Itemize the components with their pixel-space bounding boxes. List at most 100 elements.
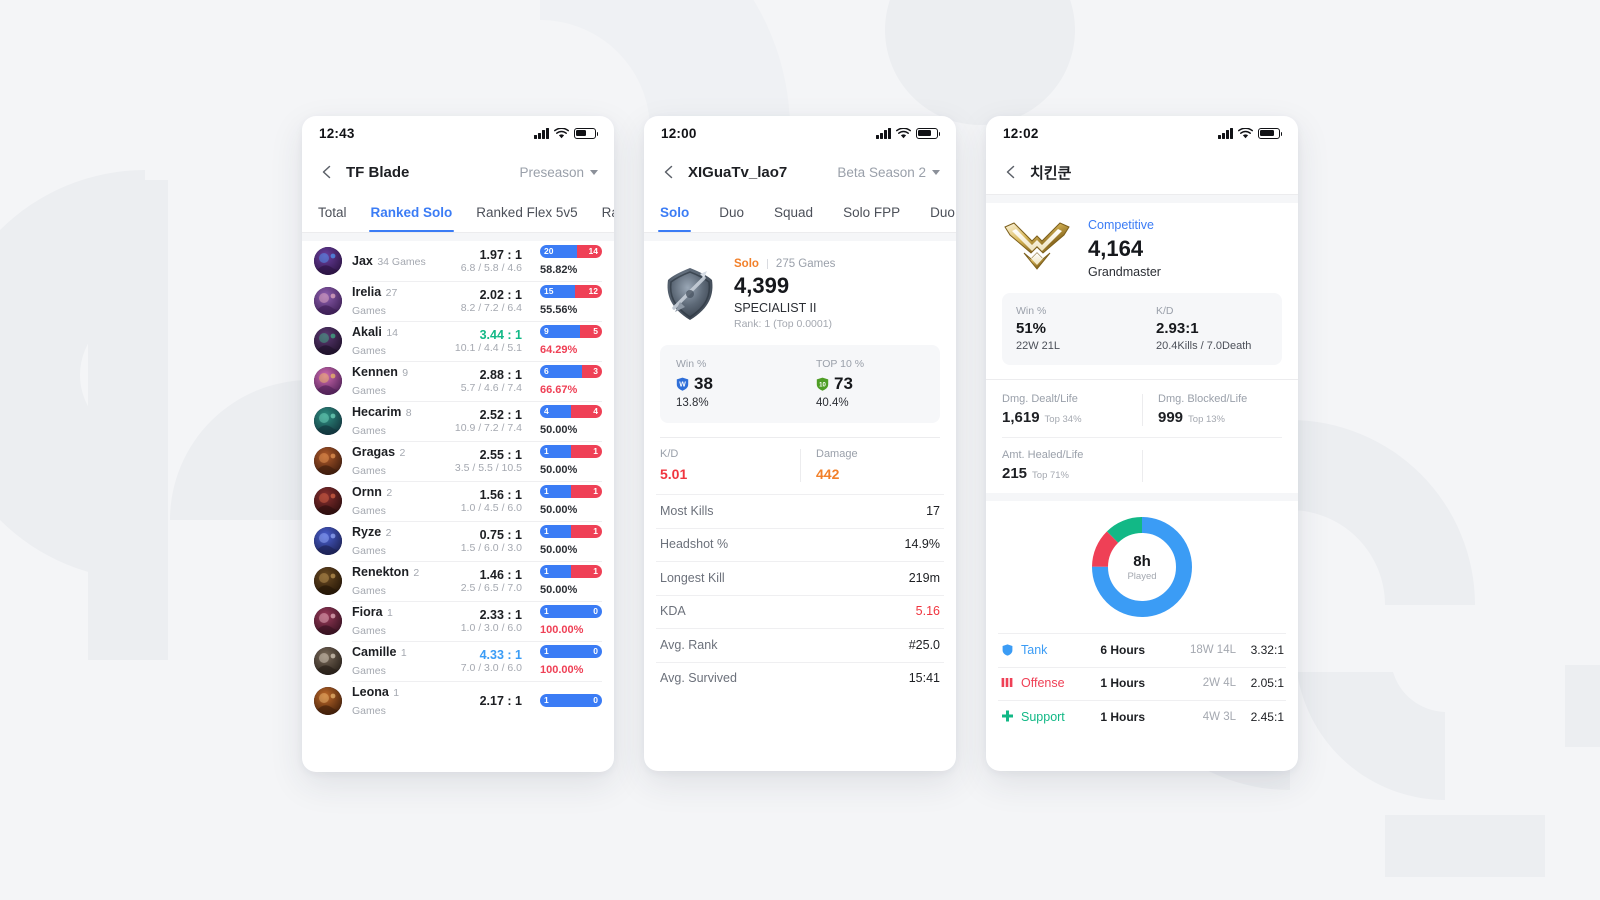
table-row[interactable]: Gragas 2 Games 2.55 : 1 3.5 / 5.5 / 10.5… xyxy=(302,441,614,481)
rank-score: 4,164 xyxy=(1088,236,1144,261)
champion-name: Kennen xyxy=(352,365,398,379)
dmg-value: 215 xyxy=(1002,465,1028,482)
list-item[interactable]: Avg. Rank #25.0 xyxy=(644,628,956,662)
table-row[interactable]: Fiora 1 Games 2.33 : 1 1.0 / 3.0 / 6.0 1… xyxy=(302,601,614,641)
table-row[interactable]: Camille 1 Games 4.33 : 1 7.0 / 3.0 / 6.0… xyxy=(302,641,614,681)
tab-total[interactable]: Total xyxy=(318,194,347,232)
champion-name-col: Akali 14 Games xyxy=(352,323,426,359)
champion-avatar xyxy=(314,407,342,435)
champion-name-col: Jax 34 Games xyxy=(352,252,426,270)
back-chevron-icon[interactable] xyxy=(1002,163,1020,181)
champion-name-col: Fiora 1 Games xyxy=(352,603,426,639)
kd-cell: K/D 5.01 xyxy=(644,447,800,484)
champion-winrate-col: 1 1 50.00% xyxy=(540,484,602,518)
dmg-label: Amt. Healed/Life xyxy=(1002,449,1084,461)
stat-label: Longest Kill xyxy=(660,570,725,585)
stat-label: Headshot % xyxy=(660,537,729,552)
champion-avatar xyxy=(314,647,342,675)
stat-value: 73 xyxy=(834,374,853,393)
losses-segment: 1 xyxy=(571,484,602,498)
wins-segment: 1 xyxy=(540,693,594,707)
stat-top10-pct: TOP 10 % 10 73 40.4% xyxy=(800,357,940,411)
champion-winrate-col: 9 5 64.29% xyxy=(540,324,602,358)
losses-segment: 12 xyxy=(574,284,602,298)
tab-duo[interactable]: Duo xyxy=(719,194,744,232)
champion-kda: 10.9 / 7.2 / 7.4 xyxy=(454,421,522,434)
tab-ranked-more[interactable]: Ranke xyxy=(602,194,614,232)
rank-tier: Grandmaster xyxy=(1088,265,1161,279)
list-item[interactable]: Headshot % 14.9% xyxy=(644,527,956,562)
champion-winrate-col: 1 1 50.00% xyxy=(540,444,602,478)
role-hours: 1 Hours xyxy=(1100,676,1145,691)
list-item[interactable]: Most Kills 17 xyxy=(644,494,956,528)
champion-kd: 3.44 : 1 xyxy=(479,327,522,342)
table-row[interactable]: Ornn 2 Games 1.56 : 1 1.0 / 4.5 / 6.0 1 … xyxy=(302,481,614,521)
win-loss-bar: 20 14 xyxy=(540,244,602,258)
champion-kd-col: 3.44 : 1 10.1 / 4.4 / 5.1 xyxy=(436,328,530,355)
stat-value: #25.0 xyxy=(908,637,940,652)
champion-kd-col: 1.56 : 1 1.0 / 4.5 / 6.0 xyxy=(436,488,530,515)
tab-solo[interactable]: Solo xyxy=(657,194,692,232)
damage-row: Amt. Healed/Life 215 Top 71% xyxy=(986,437,1298,493)
champion-name-col: Kennen 9 Games xyxy=(352,363,426,399)
champion-name: Irelia xyxy=(352,285,382,299)
table-row[interactable]: Offense 1 Hours 2W 4L 2.05:1 xyxy=(986,666,1298,701)
champion-kd-col: 2.33 : 1 1.0 / 3.0 / 6.0 xyxy=(436,608,530,635)
table-row[interactable]: Ryze 2 Games 0.75 : 1 1.5 / 6.0 / 3.0 1 … xyxy=(302,521,614,561)
status-bar: 12:00 xyxy=(644,116,956,150)
cellular-signal-icon xyxy=(876,127,891,139)
tab-duo-fpp[interactable]: Duo FPP xyxy=(930,194,956,232)
win-loss-bar: 1 0 xyxy=(540,644,602,658)
losses-segment: 14 xyxy=(576,244,602,258)
season-label: Beta Season 2 xyxy=(837,164,926,180)
dmg-value: 1,619 xyxy=(1002,409,1040,426)
win-loss-bar: 1 0 xyxy=(540,693,602,707)
tab-solo-fpp[interactable]: Solo FPP xyxy=(843,194,900,232)
table-row[interactable]: Renekton 2 Games 1.46 : 1 2.5 / 6.5 / 7.… xyxy=(302,561,614,601)
role-name: Offense xyxy=(1021,676,1065,691)
champion-name-col: Hecarim 8 Games xyxy=(352,403,426,439)
losses-segment: 4 xyxy=(571,404,602,418)
damage-row: Dmg. Dealt/Life 1,619 Top 34% Dmg. Block… xyxy=(986,381,1298,437)
champion-name-col: Leona 1 Games xyxy=(352,683,426,719)
phone-pubg-stats: 12:00 XIGuaTv_lao7 Beta Season 2 Solo Du… xyxy=(644,116,956,771)
stat-value: 219m xyxy=(908,570,940,585)
list-item[interactable]: Avg. Survived 15:41 xyxy=(644,661,956,696)
table-row[interactable]: Jax 34 Games 1.97 : 1 6.8 / 5.8 / 4.6 20… xyxy=(302,241,614,281)
table-row[interactable]: Akali 14 Games 3.44 : 1 10.1 / 4.4 / 5.1… xyxy=(302,321,614,361)
champion-kda: 1.0 / 4.5 / 6.0 xyxy=(460,501,522,514)
season-selector[interactable]: Beta Season 2 xyxy=(837,165,940,180)
tab-squad[interactable]: Squad xyxy=(774,194,813,232)
win-loss-bar: 4 4 xyxy=(540,404,602,418)
table-row[interactable]: Support 1 Hours 4W 3L 2.45:1 xyxy=(986,700,1298,734)
table-row[interactable]: Leona 1 Games 2.17 : 1 1 0 xyxy=(302,681,614,721)
table-row[interactable]: Hecarim 8 Games 2.52 : 1 10.9 / 7.2 / 7.… xyxy=(302,401,614,441)
champion-winrate: 55.56% xyxy=(540,303,578,316)
season-selector[interactable]: Preseason xyxy=(519,165,598,180)
kd-damage-row: K/D 5.01 Damage 442 xyxy=(644,437,956,494)
losses-segment: 3 xyxy=(581,364,602,378)
tab-ranked-flex-5v5[interactable]: Ranked Flex 5v5 xyxy=(476,194,577,232)
champion-name: Gragas xyxy=(352,445,396,459)
role-name: Tank xyxy=(1021,642,1048,657)
table-row[interactable]: Kennen 9 Games 2.88 : 1 5.7 / 4.6 / 7.4 … xyxy=(302,361,614,401)
donut-center-label: 8h Played xyxy=(1090,515,1194,619)
champion-name-col: Ryze 2 Games xyxy=(352,523,426,559)
stat-value: 17 xyxy=(926,503,940,518)
list-item[interactable]: KDA 5.16 xyxy=(644,594,956,629)
tab-ranked-solo[interactable]: Ranked Solo xyxy=(368,194,455,232)
table-row[interactable]: Irelia 27 Games 2.02 : 1 8.2 / 7.2 / 6.4… xyxy=(302,281,614,321)
champion-name: Renekton xyxy=(352,565,409,579)
champion-kd: 4.33 : 1 xyxy=(479,647,522,662)
table-row[interactable]: Tank 6 Hours 18W 14L 3.32:1 xyxy=(986,633,1298,667)
rank-position: Rank: 1 (Top 0.0001) xyxy=(734,318,833,330)
rank-score: 4,399 xyxy=(734,273,790,298)
role-name: Support xyxy=(1021,709,1065,724)
list-item[interactable]: Longest Kill 219m xyxy=(644,561,956,595)
stat-sub: 22W 21L xyxy=(1016,340,1061,352)
champion-kd: 2.33 : 1 xyxy=(479,607,522,622)
back-chevron-icon[interactable] xyxy=(318,163,336,181)
win-loss-bar: 1 1 xyxy=(540,484,602,498)
back-chevron-icon[interactable] xyxy=(660,163,678,181)
champion-name-col: Ornn 2 Games xyxy=(352,483,426,519)
